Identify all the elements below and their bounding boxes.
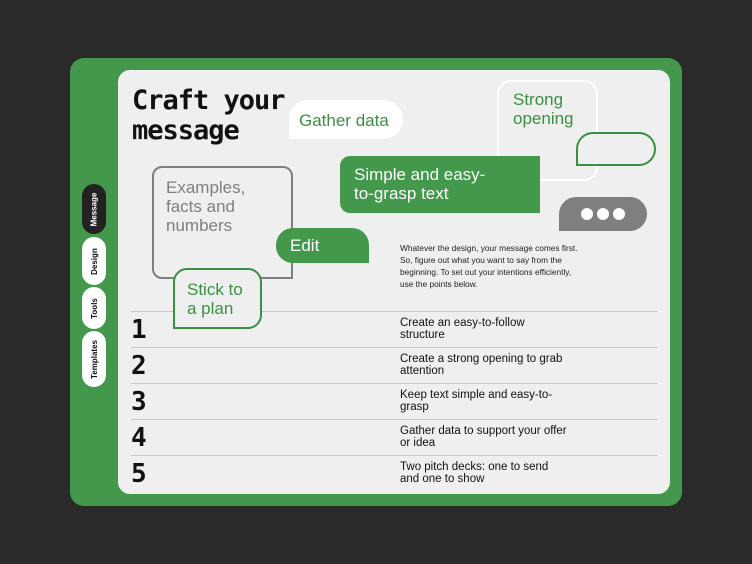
empty-outline-bubble [576, 132, 656, 166]
bubble-examples: Examples, facts and numbers [152, 166, 293, 279]
tab-label: Design [89, 247, 99, 275]
tab-templates[interactable]: Templates [82, 331, 106, 387]
point-number: 2 [131, 351, 147, 381]
tab-label: Message [89, 192, 99, 226]
point-number: 4 [131, 423, 147, 453]
page-title: Craft your message [132, 85, 286, 146]
point-row: 2 Create a strong opening to grab attent… [131, 347, 657, 383]
bubble-line: a plan [187, 299, 234, 318]
title-line: Craft your [132, 85, 286, 116]
point-row: 3 Keep text simple and easy-to-grasp [131, 383, 657, 419]
title-line: message [132, 115, 240, 146]
point-text: Create an easy-to-follow structure [400, 317, 525, 341]
intro-paragraph: Whatever the design, your message comes … [400, 243, 578, 289]
point-text: Gather data to support your offer or ide… [400, 425, 567, 449]
bubble-line: numbers [166, 216, 233, 235]
bubble-line: Simple and easy- [354, 165, 486, 184]
tab-tools[interactable]: Tools [82, 287, 106, 329]
bubble-line: facts and [166, 197, 235, 216]
point-number: 5 [131, 459, 147, 489]
point-number: 1 [131, 315, 147, 345]
tab-label: Templates [89, 339, 99, 379]
bubble-line: Examples, [166, 178, 246, 197]
bubble-edit: Edit [276, 228, 369, 263]
bubble-line: to-grasp text [354, 184, 449, 203]
bubble-gather-data: Gather data [289, 100, 403, 139]
ellipsis-icon [559, 197, 647, 231]
bubble-line: Strong [513, 90, 564, 109]
point-text: Keep text simple and easy-to-grasp [400, 389, 553, 413]
bubble-line: opening [513, 109, 574, 128]
point-text: Two pitch decks: one to send and one to … [400, 461, 549, 485]
point-row: 5 Two pitch decks: one to send and one t… [131, 455, 657, 491]
tab-message[interactable]: Message [82, 184, 106, 234]
point-text: Create a strong opening to grab attentio… [400, 353, 563, 377]
bubble-stick-to-plan: Stick to a plan [173, 268, 262, 329]
dot [581, 208, 593, 220]
dot [613, 208, 625, 220]
bubble-line: Stick to [187, 280, 243, 299]
point-number: 3 [131, 387, 147, 417]
dot [597, 208, 609, 220]
bubble-simple-text: Simple and easy- to-grasp text [340, 156, 540, 213]
tab-label: Tools [89, 297, 99, 319]
point-row: 4 Gather data to support your offer or i… [131, 419, 657, 455]
tab-design[interactable]: Design [82, 237, 106, 285]
